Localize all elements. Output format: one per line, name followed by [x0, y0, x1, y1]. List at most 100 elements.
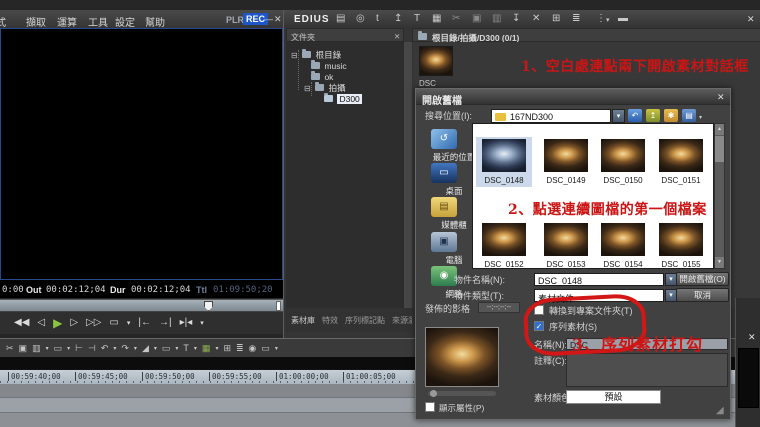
cut-icon[interactable]: ✂: [452, 14, 460, 24]
delete-icon[interactable]: ✕: [532, 14, 540, 24]
copy-icon[interactable]: ▣: [472, 14, 481, 24]
dropdown-caret-icon[interactable]: ▾: [67, 346, 70, 352]
playhead-marker[interactable]: [204, 301, 213, 311]
recent-places-icon[interactable]: ↺: [431, 129, 457, 149]
cut-icon[interactable]: ✂: [6, 344, 14, 353]
view-menu-icon[interactable]: ▤: [682, 109, 696, 122]
menu-item-help[interactable]: 幫助: [145, 14, 165, 29]
scrollbar-thumb[interactable]: [715, 136, 724, 162]
undo-icon[interactable]: ↶: [101, 344, 109, 353]
open-button[interactable]: 開啟舊檔(O): [676, 272, 729, 286]
display-mode-icon[interactable]: ▭: [109, 318, 118, 328]
dropdown-caret-icon[interactable]: ▾: [275, 346, 278, 352]
add-cut-point-icon[interactable]: ▸|◂: [180, 318, 193, 328]
file-item[interactable]: DSC_0150: [595, 139, 651, 185]
tab-source-browser[interactable]: 來源瀏覽: [392, 315, 412, 326]
menu-item-partial[interactable]: 式: [0, 14, 6, 29]
expander-icon[interactable]: ⊟: [304, 84, 311, 93]
trim-out-icon[interactable]: ⊣: [88, 344, 96, 353]
dropdown-caret-icon[interactable]: ▾: [194, 346, 197, 352]
speed-icon[interactable]: ◢: [142, 344, 149, 353]
tree-item-shoot[interactable]: ⊟ 拍攝: [304, 78, 346, 88]
file-item-selected[interactable]: DSC_0148: [476, 137, 532, 187]
cancel-button[interactable]: 取消: [676, 288, 729, 302]
audio-monitor-icon[interactable]: ◉: [249, 344, 257, 353]
close-icon[interactable]: ✕: [717, 92, 725, 103]
expander-icon[interactable]: ⊟: [291, 51, 298, 60]
file-item[interactable]: DSC_0154: [595, 223, 651, 269]
export-icon[interactable]: ↥: [394, 14, 402, 24]
clip-name-input[interactable]: DSC: [566, 338, 728, 350]
grid-icon[interactable]: ⊞: [223, 344, 231, 353]
computer-icon[interactable]: ▣: [431, 232, 457, 252]
menu-item-tools[interactable]: 工具: [88, 14, 108, 29]
dropdown-caret-icon[interactable]: ▾: [175, 346, 178, 352]
more-options-icon[interactable]: ⋮: [596, 14, 606, 24]
redo-icon[interactable]: ↷: [121, 344, 129, 353]
file-name-input[interactable]: DSC_0148: [534, 273, 664, 286]
close-icon[interactable]: ✕: [394, 32, 400, 41]
paste-icon[interactable]: ▥: [32, 344, 41, 353]
project-icon[interactable]: ▬: [618, 14, 628, 24]
tab-sequence-marker[interactable]: 序列標記點: [345, 315, 385, 326]
minimize-icon[interactable]: —: [264, 14, 273, 24]
file-item[interactable]: DSC_0149: [538, 139, 594, 185]
paste-icon[interactable]: ▥: [492, 14, 501, 24]
insert-mode-icon[interactable]: ▭: [54, 344, 63, 353]
libraries-icon[interactable]: ▤: [431, 197, 457, 217]
dialog-title-bar[interactable]: 開啟舊檔 ✕: [416, 89, 730, 105]
new-folder-icon[interactable]: ✱: [664, 109, 678, 122]
tree-item-ok[interactable]: ok: [311, 67, 333, 77]
back-icon[interactable]: ↶: [628, 109, 642, 122]
fast-forward-icon[interactable]: ▷▷: [86, 318, 101, 328]
tree-item-d300-selected[interactable]: D300: [324, 89, 362, 99]
desktop-icon[interactable]: ▭: [431, 163, 457, 183]
clip-thumbnail[interactable]: [419, 46, 453, 76]
comment-input[interactable]: [566, 353, 728, 387]
monitor-icon[interactable]: ▭: [261, 344, 270, 353]
set-out-icon[interactable]: →|: [159, 318, 172, 328]
tree-scrollbar[interactable]: [404, 42, 412, 308]
file-type-select[interactable]: 素材文件: [534, 289, 664, 302]
clip-color-button[interactable]: 預設: [566, 390, 661, 404]
dropdown-caret-icon[interactable]: ▾: [134, 346, 137, 352]
grid-view-icon[interactable]: ⊞: [552, 14, 560, 24]
tab-bin[interactable]: 素材庫: [291, 315, 315, 326]
dropdown-caret-icon[interactable]: ▾: [127, 320, 131, 327]
close-icon[interactable]: ✕: [747, 14, 755, 25]
mixer-icon[interactable]: ≣: [236, 344, 244, 353]
dropdown-caret-icon[interactable]: ▾: [154, 346, 157, 352]
preview-slider[interactable]: [428, 391, 496, 396]
menu-item-settings[interactable]: 設定: [115, 14, 135, 29]
dropdown-caret-icon[interactable]: ▾: [215, 346, 218, 352]
show-properties-checkbox[interactable]: [425, 402, 435, 412]
scrubber-block[interactable]: [276, 301, 281, 311]
menu-item-render[interactable]: 運算: [57, 14, 77, 29]
list-view-icon[interactable]: ≣: [572, 14, 580, 24]
marker-icon[interactable]: ▭: [162, 344, 171, 353]
close-icon[interactable]: ✕: [274, 14, 282, 25]
dropdown-caret-icon[interactable]: ▾: [606, 17, 610, 24]
plr-mode-button[interactable]: PLR: [226, 15, 244, 25]
dropdown-caret-icon[interactable]: ▾: [200, 320, 204, 327]
trim-in-icon[interactable]: ⊢: [75, 344, 83, 353]
file-item[interactable]: DSC_0155: [653, 223, 709, 269]
dropdown-caret-icon[interactable]: ▾: [113, 346, 116, 352]
open-folder-icon[interactable]: ▤: [336, 14, 345, 24]
chevron-down-icon[interactable]: ▾: [699, 114, 702, 121]
tree-item-root[interactable]: ⊟ 根目錄: [291, 45, 341, 55]
colorbars-icon[interactable]: ▦: [202, 344, 211, 353]
menu-item-capture[interactable]: 擷取: [26, 14, 46, 29]
resize-grip[interactable]: ◢: [716, 405, 724, 416]
frame-back-icon[interactable]: ◁: [37, 318, 45, 328]
chevron-down-icon[interactable]: ▾: [612, 109, 625, 123]
file-item[interactable]: DSC_0152: [476, 223, 532, 269]
tree-item-music[interactable]: music: [311, 56, 347, 66]
up-one-level-icon[interactable]: ↥: [646, 109, 660, 122]
file-item[interactable]: DSC_0151: [653, 139, 709, 185]
player-scrubber[interactable]: [0, 299, 283, 312]
play-icon[interactable]: ▶: [53, 317, 62, 329]
frame-forward-icon[interactable]: ▷: [70, 318, 78, 328]
still-image-icon[interactable]: ▦: [432, 14, 441, 24]
slider-handle[interactable]: [430, 390, 437, 397]
